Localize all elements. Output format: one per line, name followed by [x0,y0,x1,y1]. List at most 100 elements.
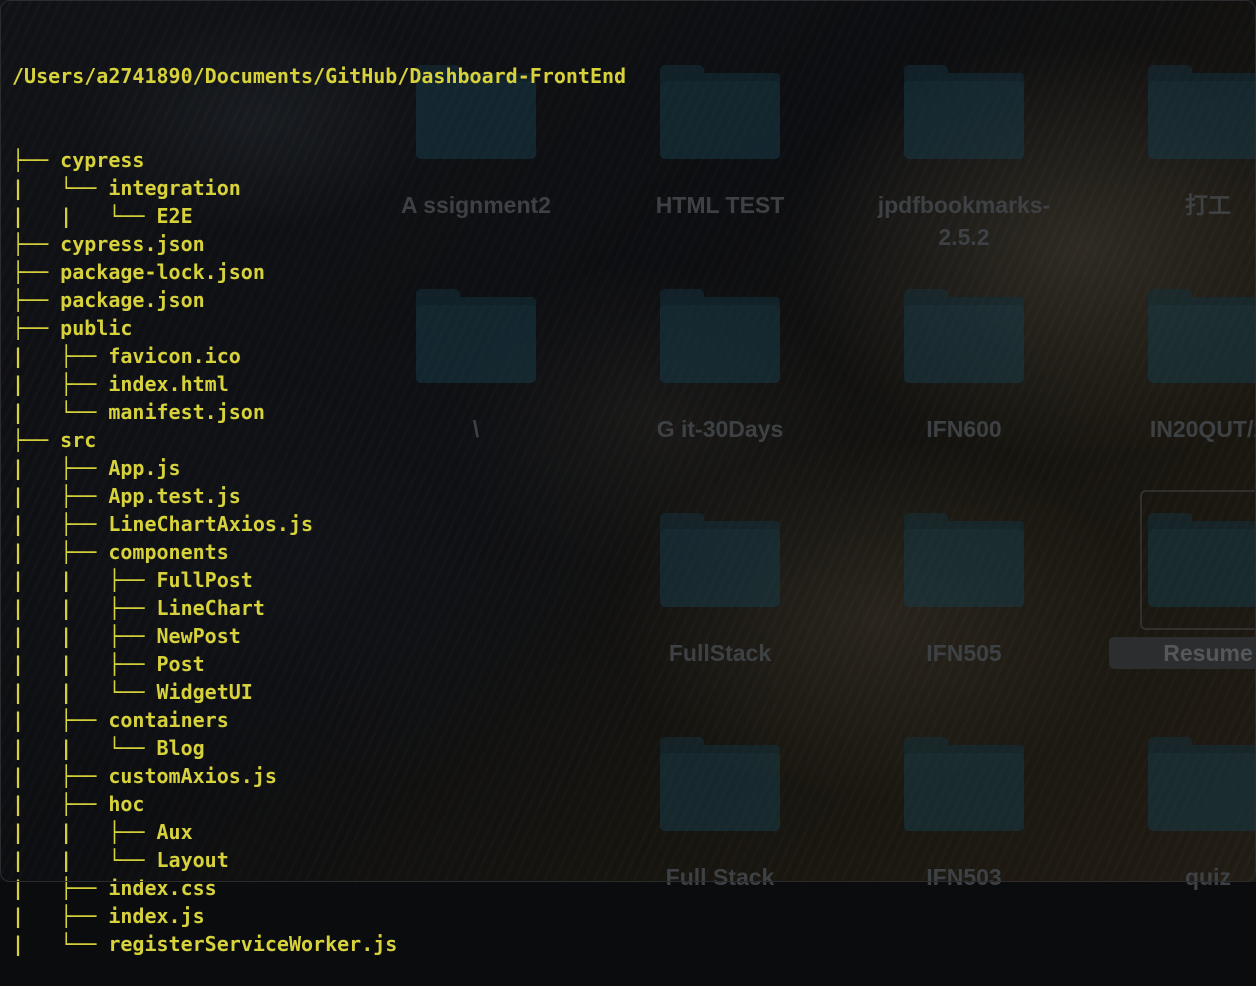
desktop-folder-in20qut[interactable]: IN20QUT/2 [1108,289,1256,489]
folder-label: G it-30Days [656,416,784,442]
tree-line: | | ├── Aux [12,818,626,846]
tree-line: ├── package.json [12,286,626,314]
desktop-folder-fullstack[interactable]: FullStack [620,513,820,713]
folder-label: Full Stack [665,864,775,890]
folder-icon [904,289,1024,383]
tree-branch-glyph: | | └── [12,680,157,704]
tree-line: | ├── hoc [12,790,626,818]
tree-entry-name: Post [156,652,205,676]
tree-entry-name: customAxios.js [108,764,277,788]
tree-line: | ├── App.test.js [12,482,626,510]
tree-branch-glyph: | | └── [12,848,157,872]
tree-branch-glyph: | ├── [12,484,109,508]
tree-entry-name: NewPost [156,624,241,648]
terminal-tree-output[interactable]: /Users/a2741890/Documents/GitHub/Dashboa… [12,6,626,986]
tree-entry-name: index.html [108,372,229,396]
tree-entry-name: manifest.json [108,400,265,424]
folder-icon [660,289,780,383]
tree-entry-name: App.js [108,456,181,480]
tree-line: | ├── components [12,538,626,566]
desktop-folder-git-30days[interactable]: G it-30Days [620,289,820,489]
tree-line: | | ├── NewPost [12,622,626,650]
folder-icon [660,737,780,831]
tree-line: | | ├── FullPost [12,566,626,594]
desktop-folder-quiz[interactable]: quiz [1108,737,1256,937]
desktop-folder-full-stack[interactable]: Full Stack [620,737,820,937]
tree-branch-glyph: | └── [12,176,109,200]
tree-line: | └── manifest.json [12,398,626,426]
tree-entry-name: LineChartAxios.js [108,512,314,536]
tree-branch-glyph: | ├── [12,512,109,536]
tree-branch-glyph: | ├── [12,708,109,732]
tree-branch-glyph: | ├── [12,372,109,396]
tree-line: | | └── Blog [12,734,626,762]
folder-icon [904,737,1024,831]
folder-icon [660,513,780,607]
desktop-folder-ifn505[interactable]: IFN505 [864,513,1064,713]
tree-entry-name: WidgetUI [156,680,253,704]
folder-label: FullStack [668,640,772,666]
tree-line: | ├── containers [12,706,626,734]
tree-entry-name: cypress.json [60,232,205,256]
tree-branch-glyph: ├── [12,428,61,452]
tree-branch-glyph: ├── [12,148,61,172]
tree-line: | ├── index.html [12,370,626,398]
tree-entry-name: package.json [60,288,205,312]
tree-line: | ├── customAxios.js [12,762,626,790]
tree-branch-glyph: | | ├── [12,568,157,592]
tree-entry-name: FullPost [156,568,253,592]
folder-icon [904,65,1024,159]
tree-line: | └── integration [12,174,626,202]
tree-line: ├── package-lock.json [12,258,626,286]
folder-icon [1148,289,1256,383]
tree-entry-name: components [108,540,229,564]
tree-line: ├── public [12,314,626,342]
folder-label: HTML TEST [655,192,785,218]
desktop-folder-ifn600[interactable]: IFN600 [864,289,1064,489]
tree-line: | | └── WidgetUI [12,678,626,706]
tree-branch-glyph: | | └── [12,204,157,228]
tree-line: | ├── App.js [12,454,626,482]
tree-entry-name: favicon.ico [108,344,241,368]
tree-entry-name: src [60,428,97,452]
tree-branch-glyph: | ├── [12,904,109,928]
tree-entry-name: registerServiceWorker.js [108,932,398,956]
tree-line: ├── cypress [12,146,626,174]
tree-entry-name: E2E [156,204,193,228]
tree-branch-glyph: | ├── [12,540,109,564]
tree-branch-glyph: | | ├── [12,652,157,676]
tree-entry-name: integration [108,176,241,200]
folder-label: IN20QUT/2 [1149,416,1256,442]
folder-label: Resume [1109,637,1256,669]
desktop-folder-ifn503[interactable]: IFN503 [864,737,1064,937]
tree-branch-glyph: | | ├── [12,820,157,844]
folder-icon [1148,65,1256,159]
desktop-folder-html-test[interactable]: HTML TEST [620,65,820,265]
tree-entry-name: Layout [156,848,229,872]
tree-branch-glyph: | | ├── [12,624,157,648]
tree-line: | | ├── LineChart [12,594,626,622]
desktop-folder-dagong[interactable]: 打工 [1108,65,1256,265]
tree-line: | ├── LineChartAxios.js [12,510,626,538]
tree-line: | | └── Layout [12,846,626,874]
tree-entry-name: cypress [60,148,145,172]
folder-label: jpdfbookmarks-2.5.2 [877,192,1051,250]
tree-entry-name: hoc [108,792,145,816]
tree-entry-name: App.test.js [108,484,241,508]
desktop-folder-resume[interactable]: Resume [1108,513,1256,713]
tree-branch-glyph: | └── [12,932,109,956]
tree-line: ├── src [12,426,626,454]
tree-line: | ├── index.js [12,902,626,930]
folder-icon [904,513,1024,607]
tree-branch-glyph: ├── [12,260,61,284]
folder-icon [1148,513,1256,607]
tree-line: | | └── E2E [12,202,626,230]
tree-branch-glyph: | | └── [12,736,157,760]
tree-branch-glyph: | ├── [12,764,109,788]
folder-label: IFN505 [926,640,1002,666]
desktop-folder-jpdfbookmarks[interactable]: jpdfbookmarks-2.5.2 [864,65,1064,265]
folder-icon [1148,737,1256,831]
tree-entry-name: package-lock.json [60,260,265,284]
tree-branch-glyph: ├── [12,232,61,256]
tree-entry-name: LineChart [156,596,265,620]
